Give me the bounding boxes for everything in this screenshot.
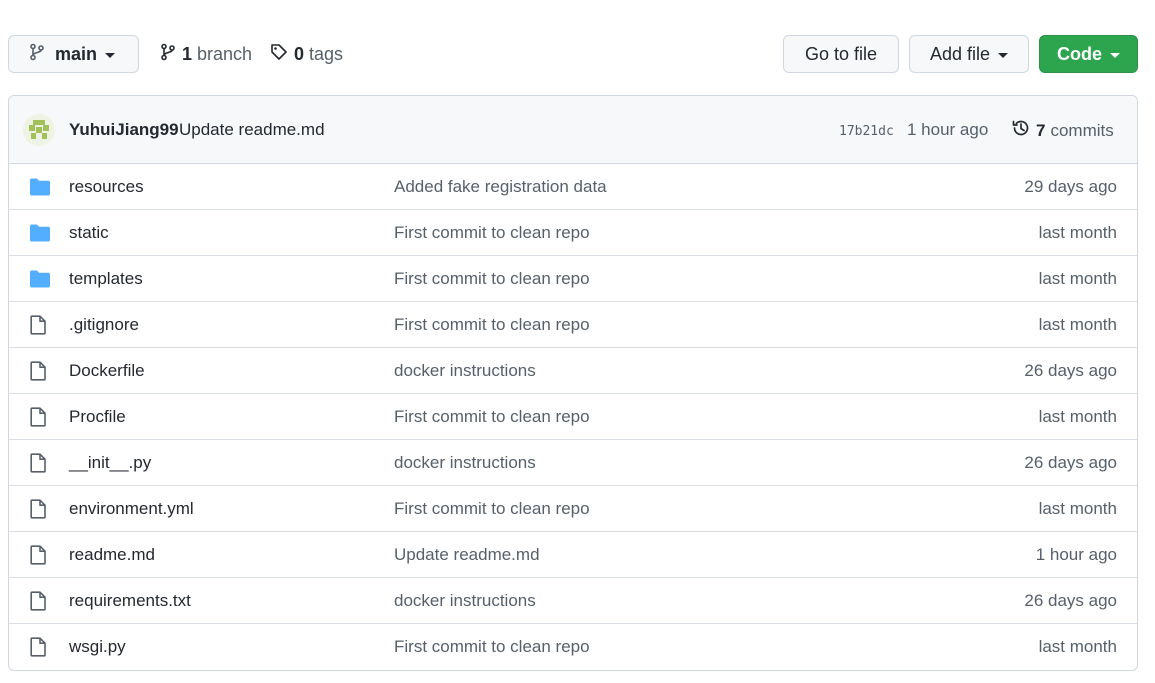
file-name-link[interactable]: __init__.py xyxy=(69,453,151,473)
commit-time: 1 hour ago xyxy=(907,120,989,139)
file-commit-message-link[interactable]: First commit to clean repo xyxy=(394,499,590,519)
file-commit-message-link[interactable]: First commit to clean repo xyxy=(394,223,590,243)
tag-icon xyxy=(270,43,288,66)
file-commit-age: last month xyxy=(1038,315,1117,334)
add-file-label: Add file xyxy=(929,43,991,64)
file-icon xyxy=(29,361,49,381)
file-commit-message-link[interactable]: First commit to clean repo xyxy=(394,315,590,335)
folder-icon xyxy=(29,223,50,243)
file-row[interactable]: requirements.txt docker instructions 26 da… xyxy=(9,578,1137,624)
file-commit-age: last month xyxy=(1038,637,1117,656)
file-commit-message-link[interactable]: Added fake registration data xyxy=(394,177,607,197)
file-name-link[interactable]: Dockerfile xyxy=(69,361,145,381)
file-commit-message-link[interactable]: First commit to clean repo xyxy=(394,269,590,289)
go-to-file-button[interactable]: Go to file xyxy=(783,35,899,73)
branch-select-label: main xyxy=(55,43,98,64)
file-commit-message-link[interactable]: docker instructions xyxy=(394,361,536,381)
file-icon xyxy=(29,637,49,657)
file-row[interactable]: static First commit to clean repo last mon… xyxy=(9,210,1137,256)
file-row[interactable]: __init__.py docker instructions 26 days ag… xyxy=(9,440,1137,486)
branches-link[interactable]: 1 branch xyxy=(160,35,252,73)
latest-commit-bar: YuhuiJiang99 Update readme.md 17b21dc 1 … xyxy=(9,96,1137,164)
file-name-link[interactable]: Procfile xyxy=(69,407,126,427)
file-name-link[interactable]: resources xyxy=(69,177,144,197)
file-row[interactable]: readme.md Update readme.md 1 hour ago xyxy=(9,532,1137,578)
file-name-link[interactable]: static xyxy=(69,223,109,243)
history-icon xyxy=(1011,118,1031,143)
file-commit-age: 1 hour ago xyxy=(1035,545,1117,564)
file-icon xyxy=(29,407,49,427)
file-row[interactable]: environment.yml First commit to clean rep… xyxy=(9,486,1137,532)
add-file-button[interactable]: Add file xyxy=(909,35,1029,73)
file-icon xyxy=(29,545,49,565)
chevron-down-icon xyxy=(1110,52,1120,58)
file-icon xyxy=(29,499,49,519)
branch-word: branch xyxy=(197,43,253,64)
folder-icon xyxy=(29,177,50,197)
file-commit-message-link[interactable]: docker instructions xyxy=(394,453,536,473)
file-icon xyxy=(29,315,49,335)
tag-count: 0 xyxy=(294,43,305,64)
file-commit-message-link[interactable]: First commit to clean repo xyxy=(394,637,590,657)
file-browser: YuhuiJiang99 Update readme.md 17b21dc 1 … xyxy=(8,95,1138,671)
branch-count: 1 xyxy=(182,43,193,64)
file-row[interactable]: Dockerfile docker instructions 26 days ago xyxy=(9,348,1137,394)
file-row[interactable]: Procfile First commit to clean repo last m… xyxy=(9,394,1137,440)
file-row[interactable]: resources Added fake registration data 29 … xyxy=(9,164,1137,210)
file-commit-message-link[interactable]: docker instructions xyxy=(394,591,536,611)
file-name-link[interactable]: wsgi.py xyxy=(69,637,126,657)
file-commit-age: 26 days ago xyxy=(1024,591,1117,610)
tags-link[interactable]: 0 tags xyxy=(270,35,343,73)
file-row[interactable]: templates First commit to clean repo last … xyxy=(9,256,1137,302)
file-name-link[interactable]: environment.yml xyxy=(69,499,194,519)
branch-select-button[interactable]: main xyxy=(8,35,139,73)
commit-count: 7 xyxy=(1036,120,1046,140)
file-commit-age: last month xyxy=(1038,223,1117,242)
avatar[interactable] xyxy=(23,114,55,146)
file-name-link[interactable]: requirements.txt xyxy=(69,591,191,611)
file-row[interactable]: .gitignore First commit to clean repo last… xyxy=(9,302,1137,348)
code-button-label: Code xyxy=(1057,43,1102,64)
git-branch-icon xyxy=(29,43,45,66)
file-name-link[interactable]: templates xyxy=(69,269,143,289)
commit-sha-link[interactable]: 17b21dc xyxy=(839,124,894,139)
commit-message-link[interactable]: Update readme.md xyxy=(179,120,325,140)
git-branch-icon xyxy=(160,43,176,66)
file-icon xyxy=(29,591,49,611)
folder-icon xyxy=(29,269,50,289)
commit-word: commits xyxy=(1050,120,1114,140)
file-commit-age: last month xyxy=(1038,269,1117,288)
repo-toolbar: main 1 branch 0 tags Go to file Add file xyxy=(8,35,1138,75)
file-commit-age: 29 days ago xyxy=(1024,177,1117,196)
commit-author-link[interactable]: YuhuiJiang99 xyxy=(69,120,179,140)
tag-word: tags xyxy=(309,43,344,64)
code-button[interactable]: Code xyxy=(1039,35,1138,73)
chevron-down-icon xyxy=(105,52,116,58)
file-commit-message-link[interactable]: First commit to clean repo xyxy=(394,407,590,427)
file-row[interactable]: wsgi.py First commit to clean repo last mo… xyxy=(9,624,1137,670)
chevron-down-icon xyxy=(998,52,1009,58)
file-name-link[interactable]: readme.md xyxy=(69,545,155,565)
file-commit-message-link[interactable]: Update readme.md xyxy=(394,545,540,565)
file-commit-age: 26 days ago xyxy=(1024,453,1117,472)
file-list: resources Added fake registration data 29 … xyxy=(9,164,1137,670)
file-commit-age: last month xyxy=(1038,499,1117,518)
file-icon xyxy=(29,453,49,473)
file-name-link[interactable]: .gitignore xyxy=(69,315,139,335)
file-commit-age: last month xyxy=(1038,407,1117,426)
commits-link[interactable]: 7 commits xyxy=(1011,118,1114,143)
file-commit-age: 26 days ago xyxy=(1024,361,1117,380)
